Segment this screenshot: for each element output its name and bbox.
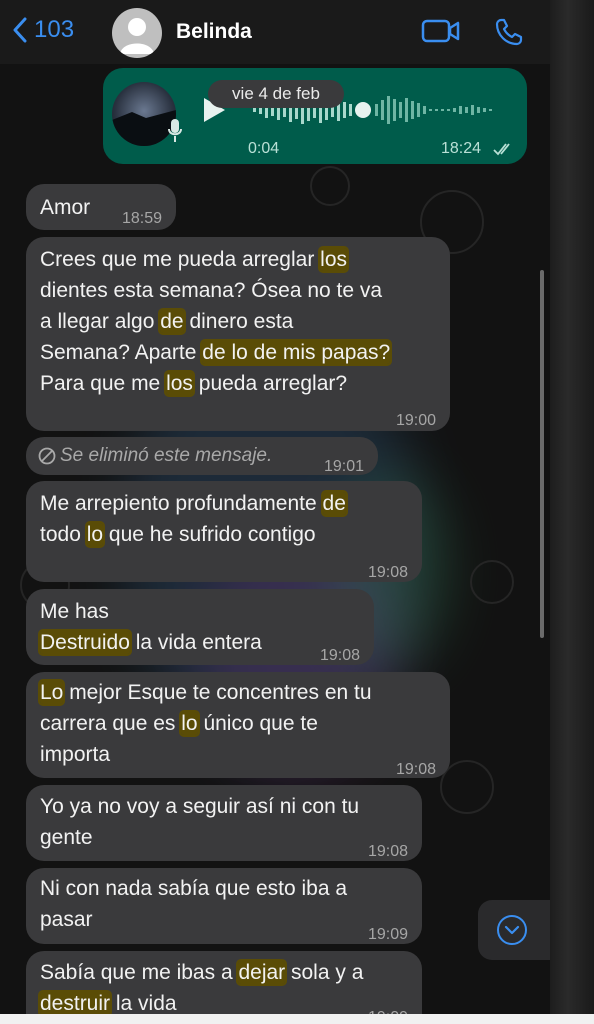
message-bubble[interactable]: Me arrepiento profundamente de todo lo q…	[26, 481, 422, 582]
message-line: Me has	[40, 600, 109, 623]
date-pill: vie 4 de feb	[208, 80, 344, 108]
avatar[interactable]	[112, 8, 162, 58]
message-bubble[interactable]: Me has Destruido la vida entera 19:08	[26, 589, 374, 665]
chevron-left-icon	[13, 17, 27, 43]
message-line: carrera que es lo único que te	[40, 712, 318, 735]
message-bubble[interactable]: Sabía que me ibas a dejar sola y a destr…	[26, 951, 422, 1014]
contact-name[interactable]: Belinda	[176, 20, 252, 44]
message-time: 19:08	[367, 843, 408, 860]
scroll-to-bottom-button[interactable]	[478, 900, 550, 960]
message-bubble[interactable]: Lo mejor Esque te concentres en tu carre…	[26, 672, 450, 778]
message-line: Destruido la vida entera	[40, 631, 262, 654]
message-line: Semana? Aparte de lo de mis papas?	[40, 341, 391, 364]
message-time: 19:09	[367, 926, 408, 943]
message-line: dientes esta semana? Ósea no te va	[40, 279, 383, 302]
message-bubble[interactable]: Crees que me pueda arreglar los dientes …	[26, 237, 450, 431]
voice-duration: 0:04	[248, 140, 280, 157]
screen-edge	[550, 0, 594, 1024]
message-line: Ni con nada sabía que esto iba a	[40, 877, 348, 900]
message-line: Para que me los pueda arreglar?	[40, 372, 348, 395]
message-line: todo lo que he sufrido contigo	[40, 523, 316, 546]
phone-icon	[495, 18, 523, 46]
message-line: gente	[40, 826, 93, 849]
message-line: destruir la vida	[40, 992, 177, 1014]
message-time: 19:01	[323, 458, 364, 475]
video-call-icon	[421, 19, 460, 43]
message-line: Sabía que me ibas a dejar sola y a	[40, 961, 364, 984]
message-time: 19:08	[367, 564, 408, 581]
message-time: 19:00	[395, 412, 436, 429]
deleted-message-bubble[interactable]: Se eliminó este mensaje. 19:01	[26, 437, 378, 475]
deleted-icon	[38, 447, 56, 465]
message-line: a llegar algo de dinero esta	[40, 310, 294, 333]
message-time: 19:08	[395, 761, 436, 778]
chat-header: 103 Belinda	[0, 0, 550, 64]
chevron-down-icon	[497, 915, 527, 945]
message-line: Crees que me pueda arreglar los	[40, 248, 348, 271]
deleted-notice: Se eliminó este mensaje.	[60, 445, 273, 466]
voice-call-button[interactable]	[494, 17, 524, 52]
video-call-button[interactable]	[421, 17, 461, 50]
wallpaper-doodle	[470, 560, 514, 604]
message-line: importa	[40, 743, 111, 766]
voice-time: 18:24	[441, 140, 482, 157]
message-line: Yo ya no voy a seguir así ni con tu	[40, 795, 360, 818]
double-check-icon	[493, 143, 510, 156]
message-text: Amor	[40, 196, 91, 219]
message-bubble[interactable]: Yo ya no voy a seguir así ni con tu gent…	[26, 785, 422, 861]
message-line: Me arrepiento profundamente de	[40, 492, 346, 515]
message-line: pasar	[40, 908, 93, 931]
bottom-edge	[0, 1014, 594, 1024]
back-count: 103	[34, 16, 75, 43]
message-line: Lo mejor Esque te concentres en tu	[40, 681, 372, 704]
chat-screen: 103 Belinda 0:04 18:24 vie 4 de feb Amor…	[0, 0, 550, 1014]
back-button[interactable]: 103	[12, 16, 74, 44]
wallpaper-doodle	[440, 760, 494, 814]
message-time: 18:59	[121, 210, 162, 227]
mic-icon	[168, 119, 182, 142]
message-time: 19:09	[368, 1002, 408, 1014]
wallpaper-doodle	[310, 166, 350, 206]
message-time: 19:08	[319, 647, 360, 664]
message-bubble[interactable]: Amor 18:59	[26, 184, 176, 230]
scrollbar[interactable]	[540, 270, 544, 638]
message-bubble[interactable]: Ni con nada sabía que esto iba a pasar 1…	[26, 868, 422, 944]
